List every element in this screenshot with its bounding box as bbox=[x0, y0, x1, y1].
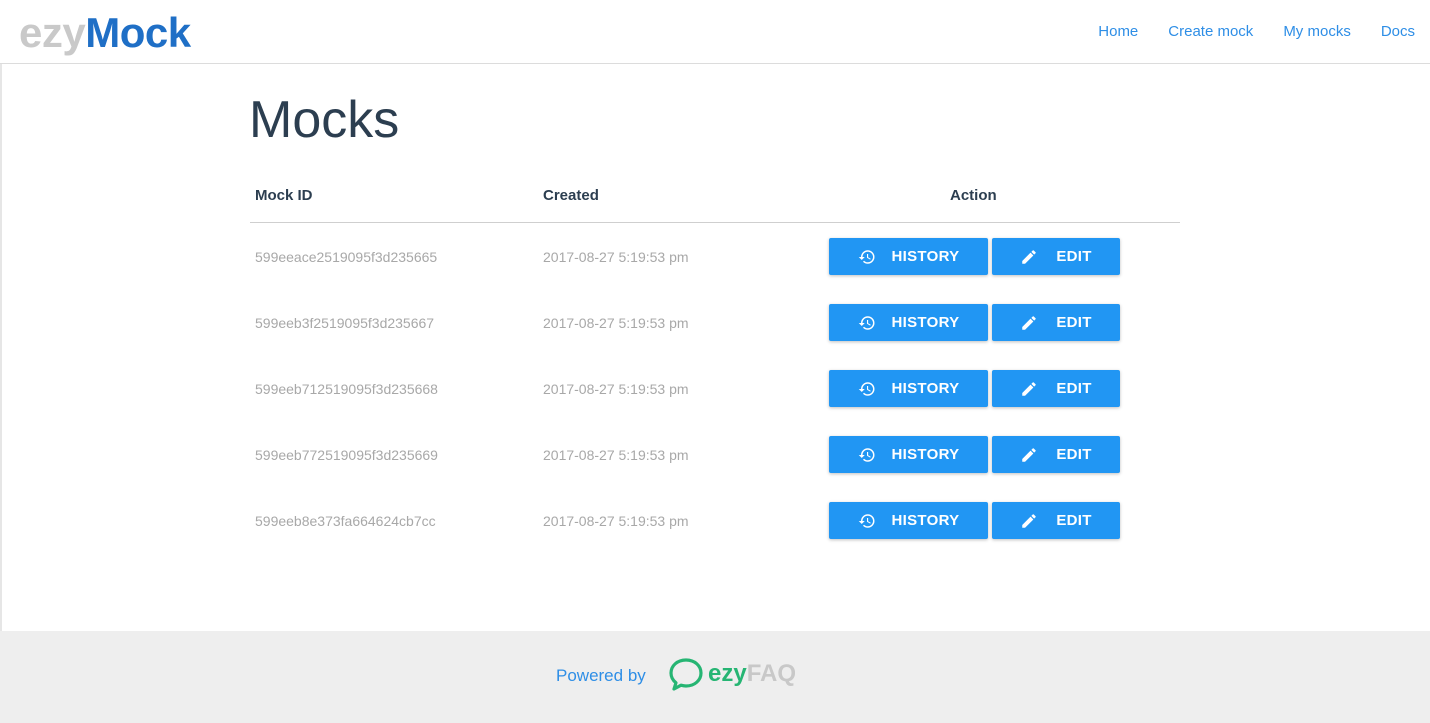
pencil-icon bbox=[1020, 380, 1038, 398]
table-row: 599eeb3f2519095f3d235667 2017-08-27 5:19:… bbox=[250, 289, 1180, 355]
table-row: 599eeb772519095f3d235669 2017-08-27 5:19:… bbox=[250, 421, 1180, 487]
powered-by-text: Powered by bbox=[556, 666, 646, 685]
history-button-label: HISTORY bbox=[891, 380, 960, 397]
edit-button[interactable]: EDIT bbox=[992, 502, 1120, 539]
edit-button-label: EDIT bbox=[1056, 314, 1092, 331]
edit-button-label: EDIT bbox=[1056, 380, 1092, 397]
history-button[interactable]: HISTORY bbox=[829, 502, 988, 539]
top-header: ezyMock Home Create mock My mocks Docs bbox=[0, 0, 1430, 64]
column-header-mock-id: Mock ID bbox=[255, 187, 313, 204]
created-cell: 2017-08-27 5:19:53 pm bbox=[543, 513, 689, 529]
table-row: 599eeace2519095f3d235665 2017-08-27 5:19:… bbox=[250, 223, 1180, 289]
created-cell: 2017-08-27 5:19:53 pm bbox=[543, 381, 689, 397]
logo-part-ezy: ezy bbox=[19, 9, 86, 56]
left-divider bbox=[0, 64, 2, 632]
table-row: 599eeb712519095f3d235668 2017-08-27 5:19:… bbox=[250, 355, 1180, 421]
history-icon bbox=[858, 314, 876, 332]
ezyfaq-logo[interactable]: ezyFAQ bbox=[668, 657, 796, 691]
pencil-icon bbox=[1020, 446, 1038, 464]
edit-button[interactable]: EDIT bbox=[992, 238, 1120, 275]
table-row: 599eeb8e373fa664624cb7cc 2017-08-27 5:19:… bbox=[250, 487, 1180, 553]
edit-button-label: EDIT bbox=[1056, 248, 1092, 265]
edit-button-label: EDIT bbox=[1056, 512, 1092, 529]
history-button[interactable]: HISTORY bbox=[829, 436, 988, 473]
table-header: Mock ID Created Action bbox=[250, 178, 1180, 223]
top-nav: Home Create mock My mocks Docs bbox=[1068, 22, 1415, 42]
edit-button[interactable]: EDIT bbox=[992, 304, 1120, 341]
mocks-table: Mock ID Created Action 599eeace2519095f3… bbox=[250, 178, 1180, 553]
chat-bubble-icon bbox=[669, 658, 703, 691]
nav-create-mock-link[interactable]: Create mock bbox=[1168, 22, 1253, 42]
edit-button[interactable]: EDIT bbox=[992, 436, 1120, 473]
edit-button[interactable]: EDIT bbox=[992, 370, 1120, 407]
faq-logo-part-ezy: ezy bbox=[708, 660, 747, 687]
history-button-label: HISTORY bbox=[891, 512, 960, 529]
nav-my-mocks-link[interactable]: My mocks bbox=[1283, 22, 1351, 42]
history-button-label: HISTORY bbox=[891, 446, 960, 463]
mock-id-cell: 599eeace2519095f3d235665 bbox=[255, 249, 438, 265]
history-button[interactable]: HISTORY bbox=[829, 370, 988, 407]
nav-docs-link[interactable]: Docs bbox=[1381, 22, 1415, 42]
created-cell: 2017-08-27 5:19:53 pm bbox=[543, 249, 689, 265]
mock-id-cell: 599eeb712519095f3d235668 bbox=[255, 381, 438, 397]
history-icon bbox=[858, 380, 876, 398]
history-button-label: HISTORY bbox=[891, 248, 960, 265]
pencil-icon bbox=[1020, 314, 1038, 332]
column-header-created: Created bbox=[543, 187, 599, 204]
history-icon bbox=[858, 512, 876, 530]
edit-button-label: EDIT bbox=[1056, 446, 1092, 463]
history-icon bbox=[858, 446, 876, 464]
history-button[interactable]: HISTORY bbox=[829, 304, 988, 341]
page-title: Mocks bbox=[249, 91, 400, 149]
nav-home-link[interactable]: Home bbox=[1098, 22, 1138, 42]
mock-id-cell: 599eeb3f2519095f3d235667 bbox=[255, 315, 435, 331]
logo-part-mock: Mock bbox=[85, 9, 191, 56]
footer: Powered by ezyFAQ bbox=[0, 631, 1430, 723]
history-button[interactable]: HISTORY bbox=[829, 238, 988, 275]
table-body: 599eeace2519095f3d235665 2017-08-27 5:19:… bbox=[250, 223, 1180, 553]
pencil-icon bbox=[1020, 512, 1038, 530]
created-cell: 2017-08-27 5:19:53 pm bbox=[543, 447, 689, 463]
ezymock-logo[interactable]: ezyMock bbox=[19, 8, 191, 58]
mock-id-cell: 599eeb8e373fa664624cb7cc bbox=[255, 513, 436, 529]
history-icon bbox=[858, 248, 876, 266]
history-button-label: HISTORY bbox=[891, 314, 960, 331]
mock-id-cell: 599eeb772519095f3d235669 bbox=[255, 447, 438, 463]
faq-logo-part-faq: FAQ bbox=[746, 660, 797, 687]
pencil-icon bbox=[1020, 248, 1038, 266]
column-header-action: Action bbox=[950, 187, 997, 204]
created-cell: 2017-08-27 5:19:53 pm bbox=[543, 315, 689, 331]
